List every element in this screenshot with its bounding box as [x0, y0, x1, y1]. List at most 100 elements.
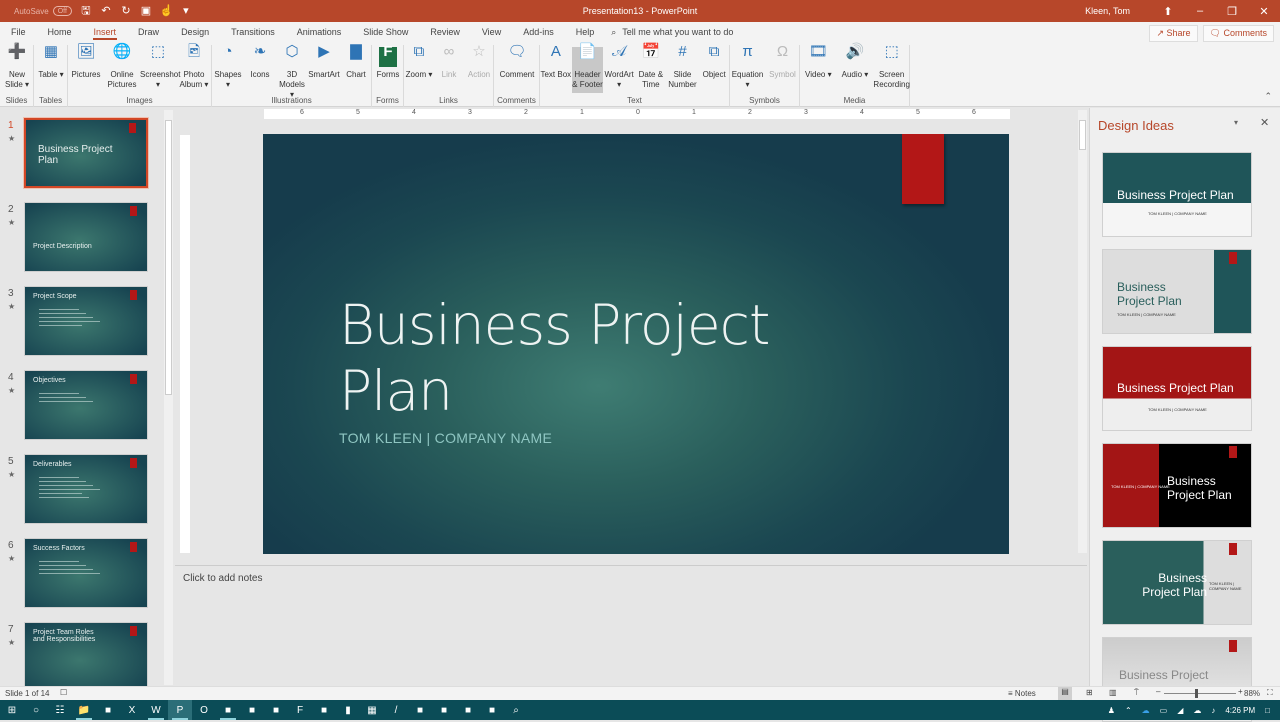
link-button[interactable]: ∞ Link — [434, 44, 464, 93]
smartart-button[interactable]: ▶ SmartArt — [308, 44, 340, 93]
header-footer-button[interactable]: 📄 Header & Footer — [571, 44, 604, 93]
tab-slide-show[interactable]: Slide Show — [352, 22, 419, 43]
text-box-button[interactable]: A Text Box — [540, 44, 572, 93]
comments-button[interactable]: 🗨 Comments — [1202, 25, 1274, 42]
online-pictures-button[interactable]: 🌐 Online Pictures — [104, 44, 140, 93]
close-icon[interactable]: ✕ — [1248, 5, 1280, 18]
close-pane-icon[interactable]: ✕ — [1260, 116, 1269, 129]
tab-file[interactable]: File — [0, 22, 37, 43]
action-center-icon[interactable]: □ — [1265, 706, 1270, 715]
battery-icon[interactable]: ▭ — [1160, 706, 1168, 715]
design-idea-teal-banner[interactable]: Business Project Plan TOM KLEEN | COMPANY… — [1102, 152, 1252, 237]
taskbar-app-icon[interactable]: ■ — [96, 700, 120, 720]
taskbar-app-icon[interactable]: ■ — [264, 700, 288, 720]
taskbar-powerpoint-icon[interactable]: P — [168, 700, 192, 720]
taskbar-start-icon[interactable]: ⊞ — [0, 700, 24, 720]
icons-button[interactable]: ❧ Icons — [244, 44, 276, 93]
taskbar-excel-icon[interactable]: X — [120, 700, 144, 720]
spell-check-icon[interactable]: ☐ — [60, 688, 67, 697]
taskbar-task-view-icon[interactable]: ☷ — [48, 700, 72, 720]
taskbar-pen-icon[interactable]: / — [384, 700, 408, 720]
reading-view-icon[interactable]: ▥ — [1109, 688, 1117, 697]
slide-thumbnail[interactable]: Objectives — [24, 370, 148, 440]
3d-models-button[interactable]: ⬡ 3D Models ▾ — [276, 44, 308, 99]
slide-number-button[interactable]: # Slide Number — [667, 44, 699, 93]
collapse-ribbon-icon[interactable]: ⌃ — [1264, 91, 1272, 102]
fit-to-window-icon[interactable]: ⛶ — [1267, 688, 1273, 698]
screen-recording-button[interactable]: ⬚ Screen Recording — [873, 44, 910, 93]
video-button[interactable]: 🎞 Video ▾ — [800, 44, 837, 93]
slide-title[interactable]: Business Project Plan — [339, 292, 770, 424]
slide-thumbnail[interactable]: Business Project Plan — [23, 117, 149, 189]
equation-button[interactable]: π Equation ▾ — [730, 44, 765, 93]
pictures-button[interactable]: 🖼 Pictures — [68, 44, 104, 93]
onedrive-icon[interactable]: ☁ — [1142, 706, 1150, 715]
taskbar-app-icon[interactable]: ■ — [216, 700, 240, 720]
symbol-button[interactable]: Ω Symbol — [765, 44, 800, 93]
share-button[interactable]: ↗ Share — [1149, 25, 1198, 42]
photo-album-button[interactable]: 🖻 Photo Album ▾ — [176, 44, 212, 93]
ribbon-display-options-icon[interactable]: ⬆ — [1152, 5, 1184, 18]
normal-view-icon[interactable]: ▤ — [1058, 687, 1072, 700]
tab-animations[interactable]: Animations — [286, 22, 353, 43]
action-button[interactable]: ☆ Action — [464, 44, 494, 93]
taskbar-filezilla-icon[interactable]: F — [288, 700, 312, 720]
date-time-button[interactable]: 📅 Date & Time — [635, 44, 667, 93]
taskbar-app-icon[interactable]: ■ — [408, 700, 432, 720]
taskbar-file-explorer-icon[interactable]: 📁 — [72, 700, 96, 720]
slide-show-icon[interactable]: ⍑ — [1134, 688, 1139, 698]
cloud-icon[interactable]: ☁ — [1193, 706, 1201, 715]
taskbar-app-icon[interactable]: ■ — [432, 700, 456, 720]
slide-thumbnail[interactable]: Project Team Roles and Responsibilities — [24, 622, 148, 692]
slide-sorter-icon[interactable]: ⊞ — [1086, 688, 1093, 697]
pane-options-icon[interactable]: ▾ — [1234, 118, 1238, 127]
screenshot-button[interactable]: ⬚ Screenshot ▾ — [140, 44, 180, 93]
zoom-slider[interactable] — [1164, 689, 1236, 698]
chart-button[interactable]: ▇ Chart — [340, 44, 372, 93]
slide-scrollbar[interactable] — [1078, 110, 1087, 553]
taskbar-app-icon[interactable]: ■ — [456, 700, 480, 720]
taskbar-cortana-icon[interactable]: ○ — [24, 700, 48, 720]
forms-button[interactable]: F Forms — [372, 44, 404, 93]
tab-insert[interactable]: Insert — [83, 22, 128, 43]
tab-review[interactable]: Review — [419, 22, 471, 43]
slide-scroll-thumb[interactable] — [1079, 120, 1086, 150]
slide-thumbnail[interactable]: Deliverables — [24, 454, 148, 524]
tab-view[interactable]: View — [471, 22, 512, 43]
slide-subtitle[interactable]: TOM KLEEN | COMPANY NAME — [339, 430, 552, 446]
design-idea-red-black[interactable]: Business Project Plan TOM KLEEN | COMPANY… — [1102, 443, 1252, 528]
clock[interactable]: 4:26 PM — [1225, 706, 1255, 715]
slide-thumbnail[interactable]: Project Scope — [24, 286, 148, 356]
slide-thumbnail[interactable]: Project Description — [24, 202, 148, 272]
taskbar-opera-icon[interactable]: O — [192, 700, 216, 720]
tab-add-ins[interactable]: Add-ins — [512, 22, 565, 43]
shapes-button[interactable]: ◔ Shapes ▾ — [212, 44, 244, 93]
notes-pane[interactable]: Click to add notes — [175, 565, 1087, 685]
zoom-out-button[interactable]: – — [1156, 687, 1160, 696]
slide-thumbnail[interactable]: Success Factors — [24, 538, 148, 608]
show-hidden-icons[interactable]: ⌃ — [1125, 706, 1132, 715]
zoom-level[interactable]: 88% — [1244, 689, 1260, 698]
tab-draw[interactable]: Draw — [127, 22, 170, 43]
zoom-in-button[interactable]: + — [1238, 687, 1243, 696]
tab-help[interactable]: Help — [565, 22, 606, 43]
notes-button[interactable]: ≡ Notes — [1008, 689, 1036, 698]
taskbar-word-icon[interactable]: W — [144, 700, 168, 720]
slide-canvas[interactable]: Business Project Plan TOM KLEEN | COMPAN… — [263, 134, 1009, 554]
tab-design[interactable]: Design — [170, 22, 220, 43]
audio-button[interactable]: 🔊 Audio ▾ — [837, 44, 874, 93]
comment-button[interactable]: 🗨 Comment — [494, 44, 540, 93]
zoom-slider-thumb[interactable] — [1195, 689, 1199, 698]
taskbar-app-icon[interactable]: ■ — [312, 700, 336, 720]
wordart-button[interactable]: 𝒜 WordArt ▾ — [603, 44, 635, 93]
taskbar-app-icon[interactable]: ■ — [240, 700, 264, 720]
wifi-icon[interactable]: ◢ — [1177, 706, 1183, 715]
taskbar-app-icon[interactable]: ■ — [480, 700, 504, 720]
thumbnails-scrollbar[interactable] — [164, 110, 173, 685]
object-button[interactable]: ⧉ Object — [698, 44, 730, 93]
table-button[interactable]: ▦ Table ▾ — [34, 44, 68, 93]
taskbar-search-icon[interactable]: ⌕ — [504, 700, 528, 720]
tab-transitions[interactable]: Transitions — [220, 22, 286, 43]
design-idea-teal-gray[interactable]: Business Project Plan TOM KLEEN | COMPANY… — [1102, 540, 1252, 625]
taskbar-calculator-icon[interactable]: ▦ — [360, 700, 384, 720]
